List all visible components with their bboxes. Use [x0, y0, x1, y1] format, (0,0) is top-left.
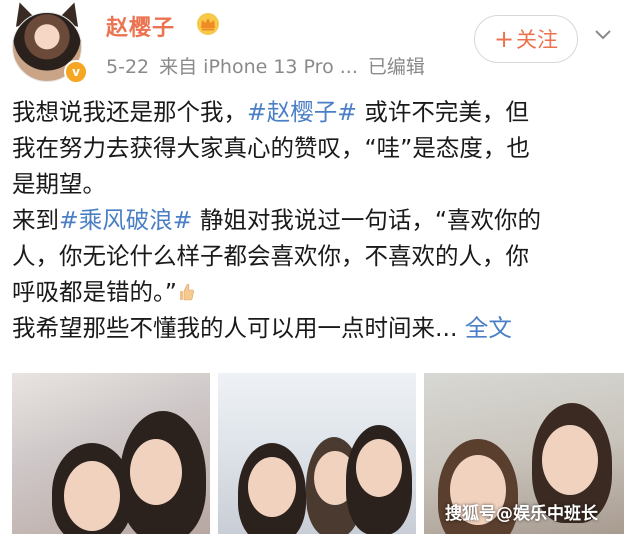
- post-text: 来到: [12, 206, 59, 234]
- post-line: 来到#乘风破浪# 静姐对我说过一句话，“喜欢你的: [12, 202, 618, 238]
- post-line: 我希望那些不懂我的人可以用一点时间来... 全文: [12, 310, 618, 346]
- post-photo-3[interactable]: 搜狐号@娱乐中班长: [424, 373, 624, 534]
- follow-label: 关注: [516, 28, 559, 52]
- post-line: 是期望。: [12, 170, 106, 198]
- post-edited[interactable]: 已编辑: [368, 56, 425, 78]
- post-text: 或许不完美，但: [356, 98, 529, 126]
- crown-icon: [197, 13, 219, 35]
- post-line: 呼吸都是错的。”: [12, 274, 618, 310]
- vip-badge-icon: v: [64, 60, 88, 84]
- person-face: [64, 461, 120, 531]
- post-line: 我在努力去获得大家真心的赞叹，“哇”是态度，也: [12, 134, 530, 162]
- post-text: 我想说我还是那个我，: [12, 98, 247, 126]
- post-text: 静姐对我说过一句话，“喜欢你的: [192, 206, 542, 234]
- post-source: 来自 iPhone 13 Pro ...: [159, 56, 358, 78]
- person-face: [248, 457, 296, 517]
- avatar[interactable]: v: [6, 0, 90, 86]
- follow-button[interactable]: + 关注: [474, 15, 578, 63]
- full-text-link[interactable]: 全文: [465, 314, 512, 342]
- plus-icon: +: [493, 25, 515, 53]
- post-line: 我想说我还是那个我，#赵樱子# 或许不完美，但: [12, 94, 618, 130]
- post-photo-1[interactable]: [12, 373, 210, 534]
- post-body: 我想说我还是那个我，#赵樱子# 或许不完美，但 我在努力去获得大家真心的赞叹，“…: [12, 94, 618, 346]
- post-date: 5-22: [106, 56, 150, 78]
- chevron-down-icon[interactable]: [594, 28, 612, 42]
- person-face: [130, 439, 182, 505]
- person-face: [542, 425, 598, 495]
- post-line: 人，你无论什么样子都会喜欢你，不喜欢的人，你: [12, 242, 529, 270]
- hashtag-link[interactable]: #乘风破浪#: [59, 206, 192, 234]
- post-photo-2[interactable]: [218, 373, 416, 534]
- hashtag-link[interactable]: #赵樱子#: [247, 98, 357, 126]
- username[interactable]: 赵樱子: [106, 10, 175, 42]
- person-face: [356, 439, 402, 497]
- thumbs-up-icon: [179, 283, 194, 301]
- post-text: 我希望那些不懂我的人可以用一点时间来...: [12, 314, 465, 342]
- post-text: 呼吸都是错的。”: [12, 278, 177, 306]
- post-meta: 5-22 来自 iPhone 13 Pro ... 已编辑: [106, 52, 435, 79]
- watermark: 搜狐号@娱乐中班长: [445, 504, 598, 524]
